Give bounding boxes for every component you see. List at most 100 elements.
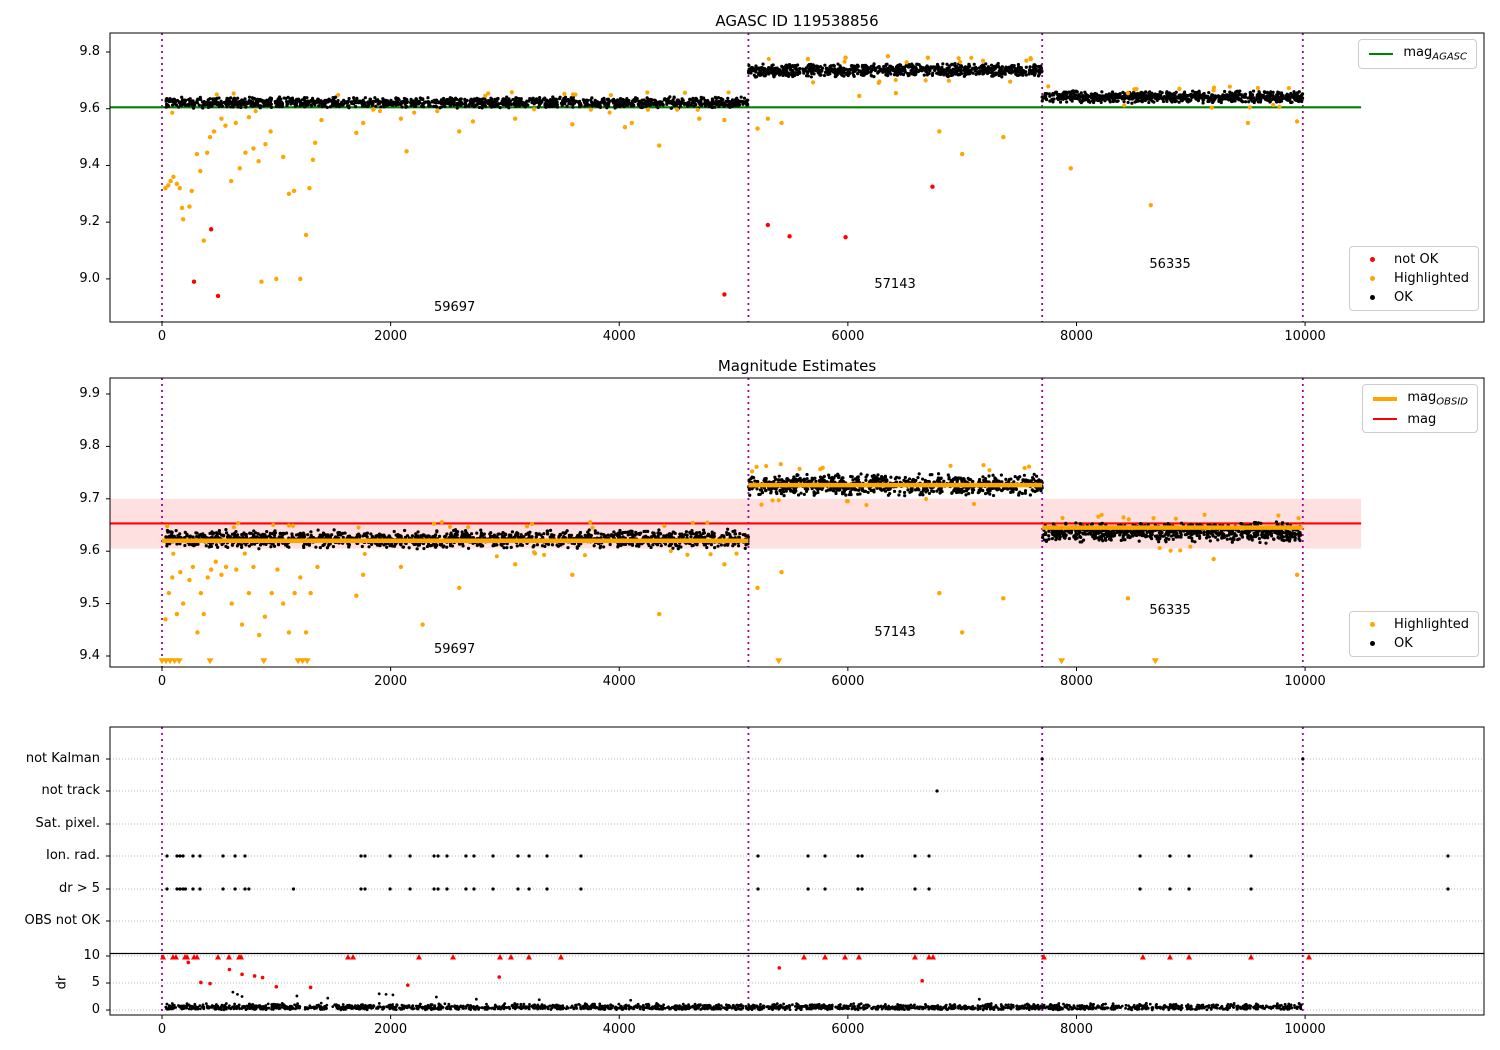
- x-tick-label: 8000: [1059, 674, 1094, 689]
- legend-line-mag: [1372, 413, 1398, 425]
- legend-label: OK: [1394, 290, 1413, 305]
- dr-clipped-marker: [822, 954, 829, 960]
- legend-line-mag_obsid: [1372, 393, 1398, 405]
- dr-tick-label: 5: [91, 975, 100, 990]
- x-tick-label: 6000: [831, 329, 865, 344]
- x-tick-label: 10000: [1284, 674, 1326, 689]
- obsid-label: 57143: [874, 277, 916, 293]
- clipped-low-marker: [260, 658, 268, 665]
- y-tick-label: 9.8: [79, 44, 100, 59]
- legend-chart2-points: Highlighted OK: [1349, 611, 1479, 657]
- legend-label: not OK: [1394, 252, 1439, 267]
- legend-item: magAGASC: [1368, 45, 1467, 63]
- y-tick-label: 9.4: [79, 647, 100, 663]
- clipped-low-marker: [303, 658, 311, 665]
- x-tick-label: 8000: [1059, 329, 1094, 344]
- clipped-low-marker: [206, 658, 214, 665]
- chart2-title: Magnitude Estimates: [717, 357, 877, 375]
- x-tick-label: 10000: [1284, 329, 1326, 344]
- legend-label: Highlighted: [1394, 617, 1469, 632]
- dr-clipped-marker: [800, 954, 807, 960]
- x-tick-label: 4000: [602, 329, 636, 344]
- y-tick-label: 9.2: [79, 214, 100, 230]
- dr-clipped-marker: [1166, 954, 1173, 960]
- y-tick-label: 9.6: [79, 543, 100, 559]
- clipped-low-marker: [1151, 658, 1159, 665]
- legend-item: mag: [1372, 412, 1468, 427]
- obsid-label: 57143: [874, 624, 916, 640]
- chart2-plot-area: [110, 378, 1362, 667]
- obsid-label: 56335: [1149, 256, 1191, 272]
- legend-label: OK: [1394, 636, 1413, 651]
- figure: AGASC ID 119538856 Magnitude Estimates 0…: [0, 0, 1500, 1050]
- dr-clipped-marker: [160, 954, 167, 960]
- obsid-label: 56335: [1149, 602, 1191, 618]
- dr-clipped-marker: [1248, 954, 1255, 960]
- x-tick-label: 4000: [602, 1022, 636, 1037]
- legend-label: magAGASC: [1403, 45, 1467, 63]
- chart3-plot-area: [110, 727, 1484, 1015]
- dr-clipped-marker: [415, 954, 422, 960]
- clipped-low-marker: [775, 658, 783, 665]
- figure-canvas: [106, 32, 1485, 1019]
- legend-dot-highlighted: [1359, 619, 1385, 631]
- row-label: Sat. pixel.: [35, 816, 100, 831]
- legend-mag-lines: magOBSID mag: [1362, 384, 1478, 433]
- clipped-low-marker: [1058, 658, 1066, 665]
- x-tick-label: 6000: [831, 1022, 865, 1037]
- legend-line-mag_agasc: [1368, 48, 1394, 60]
- legend-label: mag: [1407, 411, 1437, 427]
- legend-item: OK: [1359, 290, 1469, 305]
- x-tick-label: 10000: [1284, 1022, 1326, 1037]
- dr-clipped-marker: [842, 954, 849, 960]
- legend-dot-not_ok: [1359, 254, 1385, 266]
- dr-clipped-marker: [497, 954, 504, 960]
- row-label: not Kalman: [25, 751, 100, 766]
- legend-item: magOBSID: [1372, 390, 1468, 408]
- dr-clipped-marker: [344, 954, 351, 960]
- y-tick-label: 9.7: [79, 490, 100, 506]
- dr-clipped-marker: [1186, 954, 1193, 960]
- dr-clipped-marker: [930, 954, 937, 960]
- y-tick-label: 9.8: [79, 438, 100, 454]
- legend-dot-ok: [1359, 638, 1385, 650]
- y-tick-label: 9.5: [79, 595, 100, 611]
- row-label: OBS not OK: [24, 913, 101, 928]
- row-label: not track: [41, 783, 100, 798]
- legend-item: OK: [1359, 636, 1469, 651]
- x-tick-label: 2000: [374, 1022, 408, 1037]
- dr-clipped-marker: [855, 954, 862, 960]
- dr-axis-label: dr: [54, 975, 70, 990]
- y-tick-label: 9.4: [79, 157, 100, 173]
- x-tick-label: 0: [157, 674, 167, 689]
- dr-clipped-marker: [215, 954, 222, 960]
- legend-chart1-points: not OK Highlighted OK: [1349, 246, 1479, 311]
- dr-clipped-marker: [1305, 954, 1312, 960]
- legend-label: magOBSID: [1407, 390, 1468, 408]
- x-tick-label: 2000: [374, 674, 408, 689]
- x-tick-label: 2000: [374, 329, 408, 344]
- legend-mag-agasc: magAGASC: [1358, 39, 1477, 69]
- x-tick-label: 4000: [602, 674, 636, 689]
- dr-clipped-marker: [911, 954, 918, 960]
- x-tick-label: 0: [157, 1022, 167, 1037]
- dr-tick-label: 0: [91, 1002, 100, 1017]
- y-tick-label: 9.0: [79, 270, 100, 286]
- dr-clipped-marker: [525, 954, 532, 960]
- legend-item: Highlighted: [1359, 271, 1469, 286]
- dr-clipped-marker: [557, 954, 564, 960]
- dr-tick-label: 10: [83, 948, 100, 963]
- dr-clipped-marker: [1139, 954, 1146, 960]
- dr-clipped-marker: [450, 954, 457, 960]
- y-tick-label: 9.6: [79, 100, 100, 116]
- x-tick-label: 6000: [831, 674, 865, 689]
- legend-dot-highlighted: [1359, 273, 1385, 285]
- chart1-title: AGASC ID 119538856: [715, 12, 879, 30]
- obsid-label: 59697: [433, 300, 476, 316]
- clipped-low-marker: [175, 658, 183, 665]
- dr-clipped-marker: [225, 954, 232, 960]
- legend-label: Highlighted: [1394, 271, 1469, 286]
- x-tick-label: 0: [157, 329, 167, 344]
- dr-clipped-marker: [350, 954, 357, 960]
- legend-dot-ok: [1359, 292, 1385, 304]
